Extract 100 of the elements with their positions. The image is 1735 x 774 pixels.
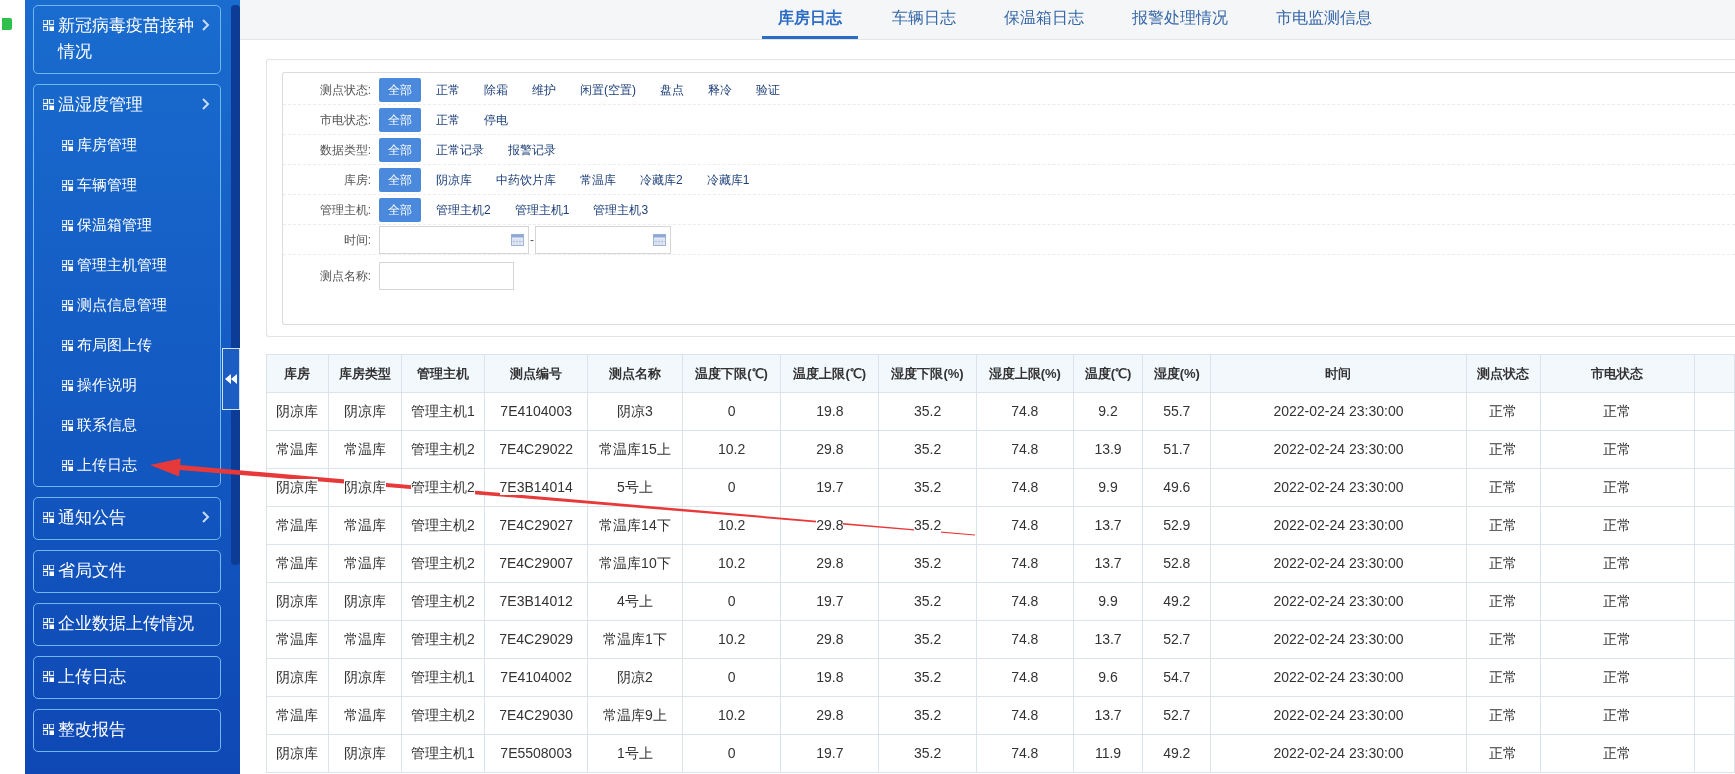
calendar-icon	[511, 233, 524, 246]
table-cell: 阴凉库	[328, 734, 402, 773]
menu-item[interactable]: 省局文件	[34, 551, 221, 591]
filter-option[interactable]: 全部	[379, 137, 421, 162]
filter-option[interactable]: 报警记录	[499, 137, 565, 162]
filter-option[interactable]: 释冷	[699, 77, 741, 102]
filter-option[interactable]: 验证	[747, 77, 789, 102]
table-cell: 74.8	[976, 734, 1074, 773]
table-cell: 正常	[1466, 430, 1540, 469]
input-field[interactable]	[379, 262, 514, 290]
table-cell: 52.7	[1142, 696, 1211, 735]
table-cell: 管理主机2	[401, 544, 485, 583]
grid-icon	[62, 459, 73, 471]
tab[interactable]: 库房日志	[762, 0, 858, 39]
filter-option[interactable]: 全部	[379, 167, 421, 192]
table-cell: 49.6	[1142, 468, 1211, 507]
app-icon[interactable]	[2, 18, 12, 30]
submenu-item[interactable]: 布局图上传	[34, 325, 221, 365]
table-cell: 49.2	[1142, 734, 1211, 773]
submenu-item[interactable]: 管理主机管理	[34, 245, 221, 285]
filter-option[interactable]: 常温库	[571, 167, 625, 192]
tab[interactable]: 市电监测信息	[1262, 0, 1386, 39]
collapse-handle[interactable]	[222, 348, 240, 410]
table-cell: 正常	[1466, 468, 1540, 507]
table-cell: 阴凉库	[328, 392, 402, 431]
filter-option[interactable]: 停电	[475, 107, 517, 132]
grid-icon	[43, 724, 54, 735]
grid-icon	[43, 671, 54, 682]
table-cell: 阴凉库	[266, 734, 329, 773]
menu-item[interactable]: 通知公告	[34, 498, 221, 538]
table-cell: 0	[682, 468, 781, 507]
filter-option[interactable]: 管理主机2	[427, 197, 500, 222]
submenu-item[interactable]: 上传日志	[34, 445, 221, 485]
filter-option[interactable]: 正常记录	[427, 137, 493, 162]
menu-item[interactable]: 新冠病毒疫苗接种情况	[34, 6, 221, 72]
table-cell: 正常	[1466, 658, 1540, 697]
table-cell: 常温库15上	[587, 430, 683, 469]
grid-icon	[62, 299, 73, 311]
menu-item[interactable]: 企业数据上传情况	[34, 604, 221, 644]
submenu-item[interactable]: 库房管理	[34, 125, 221, 165]
submenu-item[interactable]: 联系信息	[34, 405, 221, 445]
table-cell: 正常	[1540, 430, 1695, 469]
table-cell: 13.7	[1073, 620, 1143, 659]
tab[interactable]: 车辆日志	[878, 0, 970, 39]
grid-icon	[62, 139, 73, 151]
submenu-item[interactable]: 保温箱管理	[34, 205, 221, 245]
filter-option[interactable]: 冷藏库2	[631, 167, 692, 192]
table-cell: 阴凉库	[266, 582, 329, 621]
menu-item[interactable]: 温湿度管理	[34, 85, 221, 125]
table-cell: 常温库	[328, 544, 402, 583]
filter-option[interactable]: 维护	[523, 77, 565, 102]
table-cell: 13.7	[1073, 544, 1143, 583]
filter-option[interactable]: 盘点	[651, 77, 693, 102]
table-cell: 35.2	[878, 468, 977, 507]
filter-option[interactable]: 正常	[427, 77, 469, 102]
filter-option[interactable]: 全部	[379, 107, 421, 132]
grid-icon	[62, 259, 73, 271]
range-separator: -	[529, 231, 535, 249]
filter-option[interactable]: 管理主机3	[584, 197, 658, 222]
filter-label: 数据类型:	[318, 141, 372, 159]
table-cell: 74.8	[976, 392, 1074, 431]
table-cell: 29.8	[780, 696, 879, 735]
table-cell: 常温库	[328, 696, 402, 735]
filter-option[interactable]: 全部	[379, 197, 421, 222]
submenu-item[interactable]: 操作说明	[34, 365, 221, 405]
table-cell: 管理主机2	[401, 620, 485, 659]
tab[interactable]: 保温箱日志	[990, 0, 1098, 39]
filter-label: 库房:	[342, 171, 372, 189]
filter-option[interactable]: 除霜	[475, 77, 517, 102]
submenu-item[interactable]: 车辆管理	[34, 165, 221, 205]
filter-option[interactable]: 正常	[427, 107, 469, 132]
grid-icon	[62, 419, 73, 431]
filter-option[interactable]: 全部	[379, 77, 421, 102]
table-cell: 正常	[1540, 506, 1695, 545]
table-cell: 9.9	[1073, 468, 1143, 507]
submenu-item[interactable]: 测点信息管理	[34, 285, 221, 325]
table-cell: 35.2	[878, 582, 977, 621]
date-field[interactable]	[535, 225, 671, 254]
menu-item[interactable]: 整改报告	[34, 710, 221, 750]
filter-option[interactable]: 阴凉库	[427, 167, 481, 192]
menu-item[interactable]: 上传日志	[34, 657, 221, 697]
table-cell: 正常	[1540, 468, 1695, 507]
table-cell: 正常	[1540, 544, 1695, 583]
table-cell: 19.7	[780, 468, 879, 507]
filter-option[interactable]: 管理主机1	[505, 197, 579, 222]
filter-option[interactable]: 中药饮片库	[487, 167, 565, 192]
table-cell: 52.7	[1142, 620, 1211, 659]
table-cell: 7E4C29022	[484, 430, 588, 469]
table-cell: 正常	[1466, 620, 1540, 659]
date-field[interactable]	[379, 225, 529, 254]
grid-icon	[62, 219, 73, 231]
table-cell: 正常	[1466, 696, 1540, 735]
tab[interactable]: 报警处理情况	[1118, 0, 1242, 39]
table-cell: 74.8	[976, 430, 1074, 469]
filter-option[interactable]: 闲置(空置)	[571, 77, 645, 102]
table-cell: 正常	[1540, 620, 1695, 659]
table-cell: 2022-02-24 23:30:00	[1210, 734, 1467, 773]
filter-option[interactable]: 冷藏库1	[697, 167, 759, 192]
table-cell: 常温库9上	[587, 696, 683, 735]
grid-icon	[43, 512, 54, 523]
